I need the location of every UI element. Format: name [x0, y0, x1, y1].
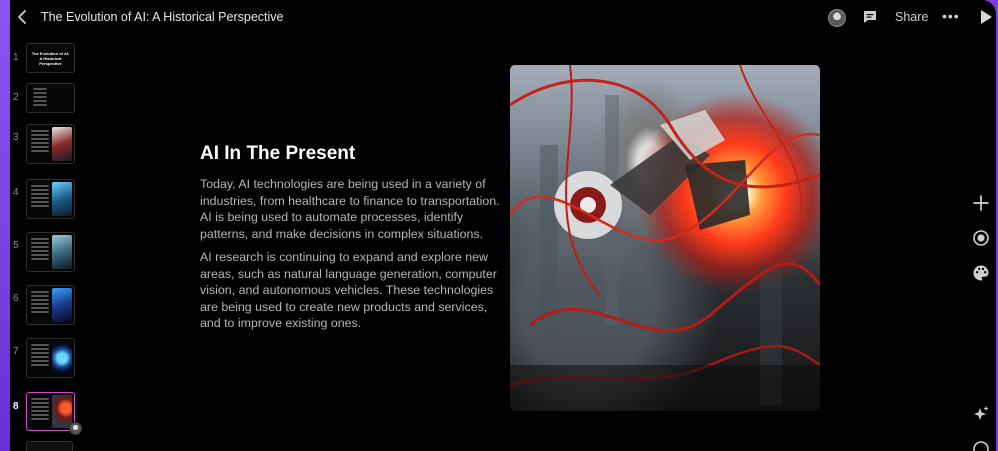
share-button[interactable]: Share — [895, 10, 928, 24]
record-icon[interactable] — [972, 229, 990, 247]
slide-number: 4 — [13, 187, 19, 198]
presentation-title: The Evolution of AI: A Historical Perspe… — [41, 10, 284, 24]
slide-thumbnail-1[interactable]: The Evolution of AI: A Historical Perspe… — [26, 43, 75, 73]
chevron-left-icon[interactable] — [14, 8, 32, 26]
slide-thumbnail-list: 1 The Evolution of AI: A Historical Pers… — [0, 40, 90, 451]
slide-paragraph: Today, AI technologies are being used in… — [200, 177, 500, 241]
slide-number: 7 — [13, 346, 19, 357]
slide-number: 1 — [13, 52, 19, 63]
sparkle-icon[interactable] — [972, 405, 990, 423]
thumbnail-text — [31, 185, 49, 209]
thumbnail-title: The Evolution of AI: A Historical Perspe… — [31, 51, 70, 66]
slide-thumbnail-3[interactable] — [26, 124, 75, 164]
thumbnail-image — [52, 288, 72, 322]
slide-thumbnail-7[interactable] — [26, 338, 75, 378]
slide-image[interactable] — [510, 65, 820, 411]
slide-thumbnail-8[interactable] — [26, 392, 75, 431]
thumbnail-text — [31, 398, 49, 422]
plus-icon[interactable] — [972, 194, 990, 212]
avatar — [69, 422, 82, 435]
slide-thumbnail-6[interactable] — [26, 285, 75, 325]
thumbnail-image — [52, 395, 72, 428]
add-slide-button[interactable] — [26, 441, 73, 451]
comment-icon[interactable] — [862, 9, 878, 25]
app-window: The Evolution of AI: A Historical Perspe… — [0, 0, 996, 451]
slide-thumbnail-2[interactable] — [26, 83, 75, 113]
thumbnail-image — [52, 127, 72, 161]
thumbnail-image — [52, 341, 72, 375]
thumbnail-text — [31, 291, 49, 315]
robot-arm-illustration — [510, 65, 820, 411]
palette-icon[interactable] — [972, 264, 990, 282]
slide-thumbnail-5[interactable] — [26, 232, 75, 272]
thumbnail-text — [33, 88, 47, 108]
help-icon[interactable] — [972, 440, 990, 451]
slide-number: 5 — [13, 240, 19, 251]
slide-number: 8 — [13, 401, 19, 412]
thumbnail-text — [31, 238, 49, 262]
slide-number: 3 — [13, 132, 19, 143]
avatar[interactable] — [828, 9, 846, 27]
slide-heading: AI In The Present — [200, 143, 356, 164]
top-bar: The Evolution of AI: A Historical Perspe… — [0, 0, 996, 34]
thumbnail-text — [31, 344, 49, 368]
thumbnail-image — [52, 235, 72, 269]
slide-paragraph: AI research is continuing to expand and … — [200, 250, 497, 331]
slide-number: 6 — [13, 293, 19, 304]
more-options-button[interactable]: ••• — [942, 8, 960, 24]
play-icon[interactable] — [981, 10, 992, 24]
slide-thumbnail-4[interactable] — [26, 179, 75, 219]
thumbnail-text — [31, 130, 49, 154]
slide-number: 2 — [13, 92, 19, 103]
thumbnail-image — [52, 182, 72, 216]
